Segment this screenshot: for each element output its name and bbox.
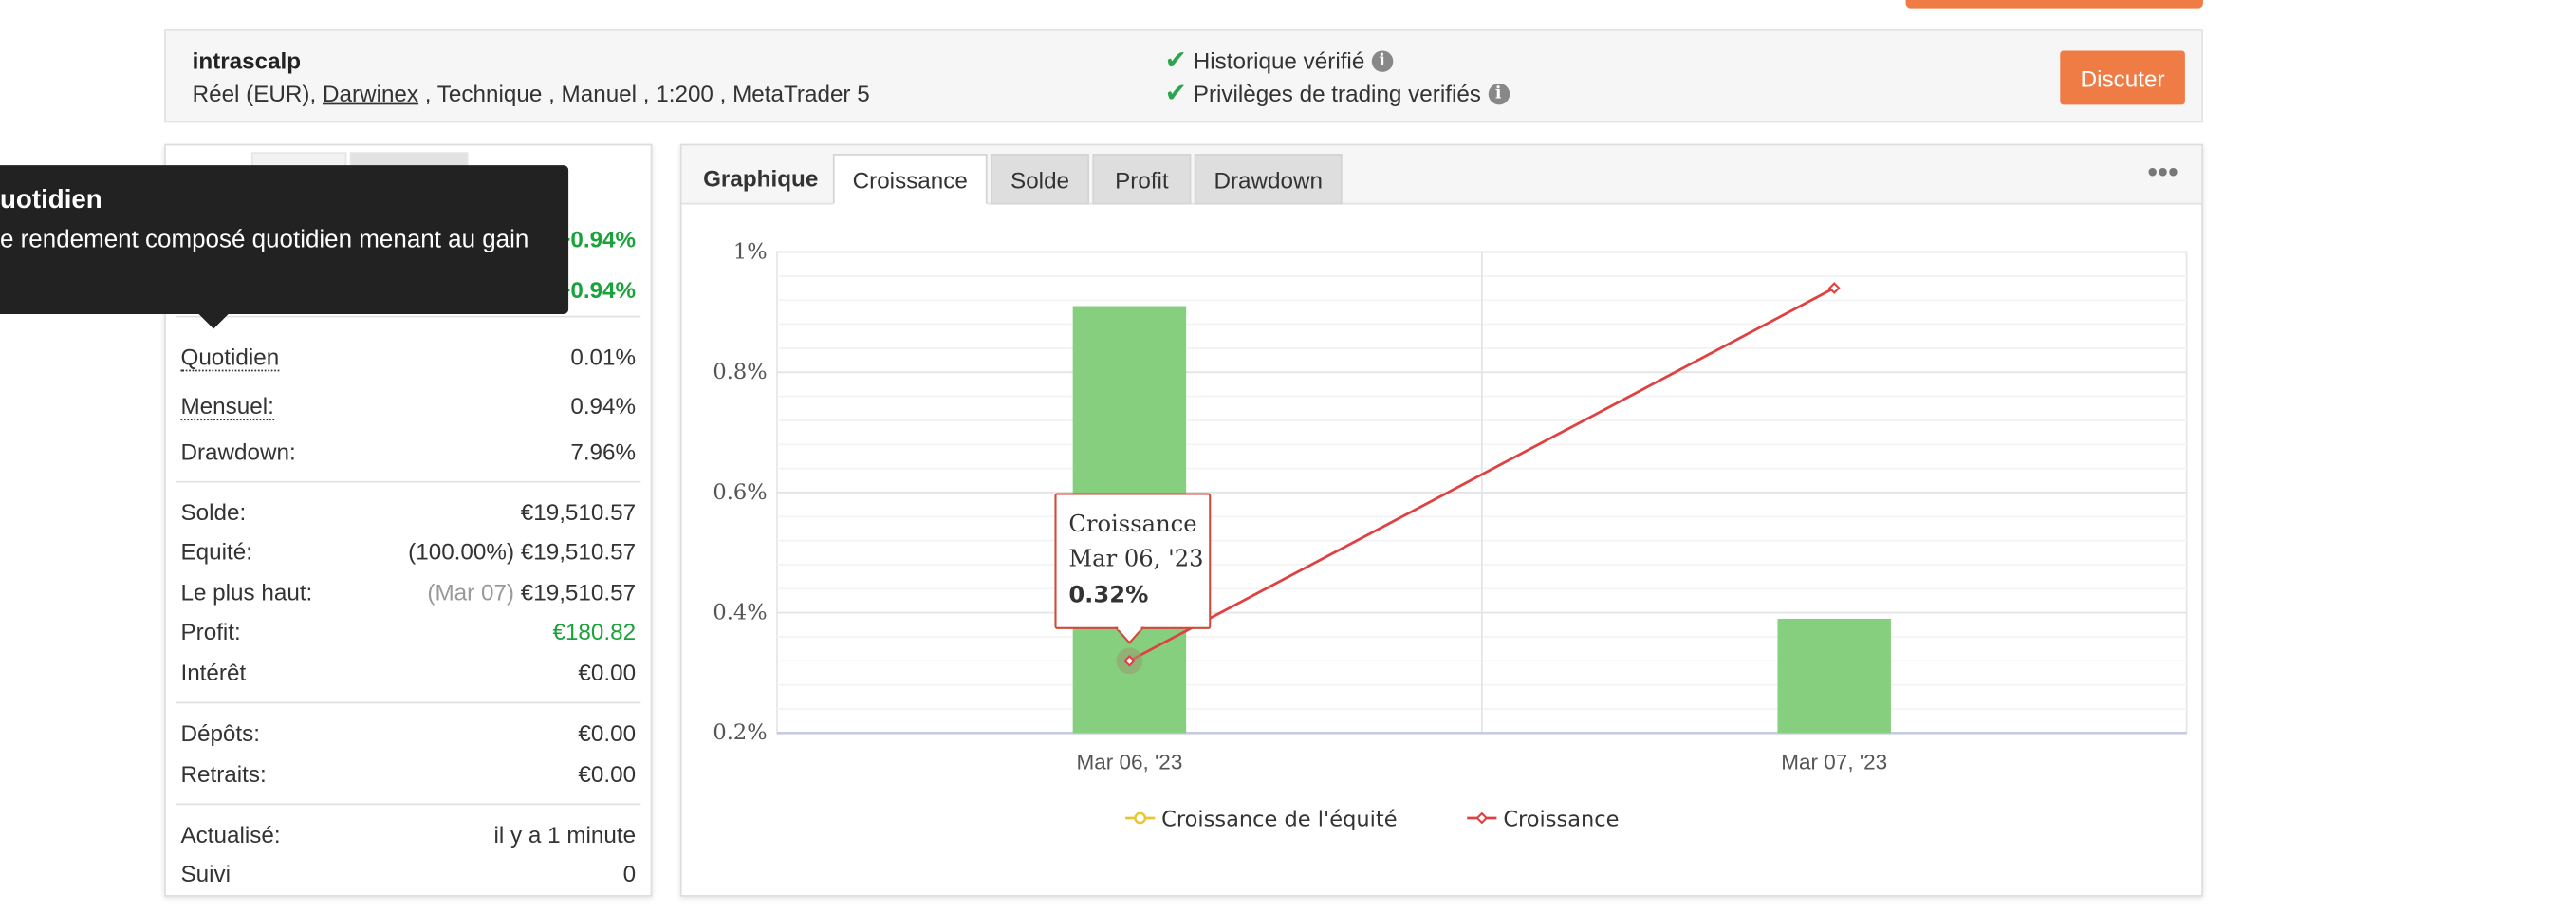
highest-label: Le plus haut: xyxy=(180,579,313,606)
account-specs: , Technique , Manuel , 1:200 , MetaTrade… xyxy=(418,80,870,107)
tooltip-text: e rendement composé quotidien menant au … xyxy=(0,225,529,254)
checkmark-icon: ✔ xyxy=(1164,80,1187,108)
account-name: intrascalp xyxy=(192,47,302,74)
withdrawals-value: €0.00 xyxy=(578,760,637,788)
profit-label: Profit: xyxy=(180,618,241,645)
x-tick-label: Mar 07, '23 xyxy=(1781,750,1887,773)
hover-tooltip-value: 0.32% xyxy=(1068,581,1148,607)
highest-row: Le plus haut: (Mar 07) €19,510.57 xyxy=(180,576,636,608)
tooltip-title: uotidien xyxy=(0,186,102,214)
chart-panel: Graphique Croissance Solde Profit Drawdo… xyxy=(679,143,2203,897)
withdrawals-row: Retraits: €0.00 xyxy=(180,757,636,790)
verified-privileges: ✔ Privilèges de trading verifiés i xyxy=(1165,77,1510,109)
tab-solde[interactable]: Solde xyxy=(991,154,1089,205)
updated-label: Actualisé: xyxy=(180,821,281,848)
x-tick-label: Mar 06, '23 xyxy=(1076,750,1182,773)
hover-tooltip-date: Mar 06, '23 xyxy=(1068,545,1203,571)
chart-tabs: Graphique Croissance Solde Profit Drawdo… xyxy=(681,145,2202,205)
y-tick-label: 0.2% xyxy=(713,720,767,745)
legend-label: Croissance xyxy=(1503,808,1619,832)
broker-link[interactable]: Darwinex xyxy=(323,80,418,106)
deposits-value: €0.00 xyxy=(578,719,637,747)
tab-drawdown[interactable]: Drawdown xyxy=(1194,154,1343,205)
deposits-label: Dépôts: xyxy=(180,719,261,747)
updated-value: il y a 1 minute xyxy=(493,821,637,848)
verified-history-label: Historique vérifié xyxy=(1193,47,1365,74)
account-details: Réel (EUR), Darwinex , Technique , Manue… xyxy=(193,80,870,106)
drawdown-label: Drawdown: xyxy=(180,438,296,465)
info-icon[interactable]: i xyxy=(1487,83,1510,104)
highest-value: €19,510.57 xyxy=(520,579,637,606)
drawdown-row: Drawdown: 7.96% xyxy=(180,436,636,468)
legend-marker xyxy=(1134,811,1147,825)
gain-value: +0.94% xyxy=(557,225,637,252)
balance-value: €19,510.57 xyxy=(520,498,637,526)
tracking-row: Suivi 0 xyxy=(180,857,636,889)
equity-pct: (100.00%) xyxy=(408,538,515,565)
profit-value: €180.82 xyxy=(552,618,637,645)
daily-tooltip: uotidien e rendement composé quotidien m… xyxy=(0,165,569,329)
daily-row: Quotidien 0.01% xyxy=(180,341,636,373)
tracking-value: 0 xyxy=(622,860,637,887)
growth-bar xyxy=(1777,618,1891,734)
discuss-button[interactable]: Discuter xyxy=(2060,50,2185,105)
legend-marker xyxy=(1475,811,1489,825)
divider xyxy=(176,701,641,704)
monthly-label[interactable]: Mensuel: xyxy=(180,392,274,420)
tracking-label: Suivi xyxy=(180,860,232,887)
tab-croissance[interactable]: Croissance xyxy=(832,154,988,205)
account-header: intrascalp Réel (EUR), Darwinex , Techni… xyxy=(164,29,2203,123)
monthly-value: 0.94% xyxy=(570,392,637,419)
withdrawals-label: Retraits: xyxy=(180,760,267,788)
hover-tooltip-series: Croissance xyxy=(1068,511,1196,537)
highest-date: (Mar 07) xyxy=(427,579,515,606)
verified-history: ✔ Historique vérifié i xyxy=(1165,45,1393,77)
drawdown-value: 7.96% xyxy=(570,438,637,465)
abs-gain-value: +0.94% xyxy=(557,276,637,303)
equity-value: €19,510.57 xyxy=(520,538,637,565)
updated-row: Actualisé: il y a 1 minute xyxy=(180,818,636,850)
growth-chart: 0.2% 0.4% 0.6% 0.8% 1% Mar 06, '23 Mar 07, '23… xyxy=(713,239,2188,832)
y-tick-label: 0.6% xyxy=(713,480,767,505)
top-action-button[interactable] xyxy=(1905,0,2203,9)
chart-tabs-title: Graphique xyxy=(703,165,819,192)
ellipsis-icon[interactable]: ••• xyxy=(2147,156,2178,190)
divider xyxy=(176,803,641,806)
balance-row: Solde: €19,510.57 xyxy=(180,495,636,528)
daily-label[interactable]: Quotidien xyxy=(180,343,280,371)
legend-label: Croissance de l'équité xyxy=(1161,808,1397,832)
tooltip-arrow xyxy=(196,312,231,329)
interest-label: Intérêt xyxy=(180,659,247,686)
y-tick-label: 1% xyxy=(733,239,768,264)
account-type: Réel (EUR), xyxy=(192,80,323,107)
divider xyxy=(176,480,641,483)
interest-value: €0.00 xyxy=(578,659,637,686)
equity-row: Equité: (100.00%) €19,510.57 xyxy=(180,535,636,568)
verified-privileges-label: Privilèges de trading verifiés xyxy=(1193,80,1481,107)
y-tick-label: 0.4% xyxy=(713,601,767,625)
info-icon[interactable]: i xyxy=(1371,49,1393,71)
equity-label: Equité: xyxy=(180,538,252,565)
divider xyxy=(176,315,641,318)
checkmark-icon: ✔ xyxy=(1164,47,1187,76)
daily-value: 0.01% xyxy=(570,344,637,370)
balance-label: Solde: xyxy=(180,498,247,526)
deposits-row: Dépôts: €0.00 xyxy=(180,717,636,749)
monthly-row: Mensuel: 0.94% xyxy=(180,389,636,421)
tab-profit[interactable]: Profit xyxy=(1092,154,1192,205)
y-tick-label: 0.8% xyxy=(713,360,767,384)
interest-row: Intérêt €0.00 xyxy=(180,656,636,688)
profit-row: Profit: €180.82 xyxy=(180,615,636,647)
